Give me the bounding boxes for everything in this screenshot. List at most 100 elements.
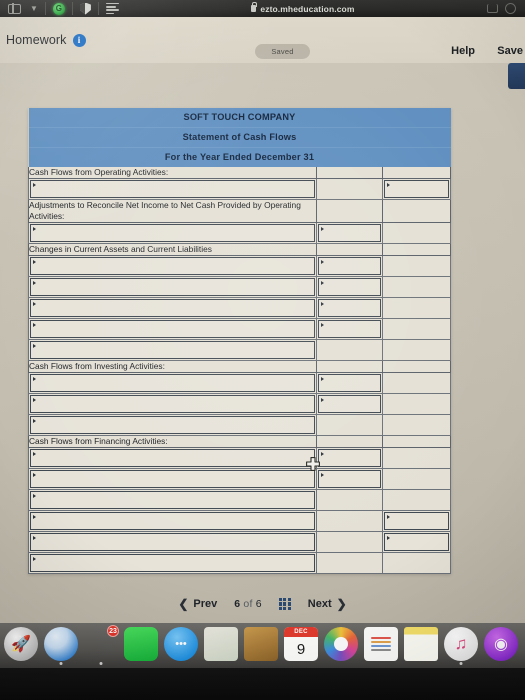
entry-input-box[interactable] xyxy=(30,278,315,296)
statement-cell-col-b[interactable] xyxy=(316,178,383,200)
entry-input-box[interactable] xyxy=(384,180,449,198)
statement-cell-col-a[interactable] xyxy=(28,339,317,361)
entry-input-box[interactable] xyxy=(30,320,315,338)
statement-cell-col-c[interactable] xyxy=(382,255,451,277)
statement-cell-col-b[interactable] xyxy=(316,339,383,361)
statement-cell-col-b[interactable] xyxy=(316,447,383,469)
dock-item-launchpad[interactable]: 🚀 xyxy=(4,627,38,661)
next-button[interactable]: Next ❯ xyxy=(308,597,347,611)
entry-input-box[interactable] xyxy=(30,395,315,413)
dock-item-messages[interactable]: ••• xyxy=(164,627,198,661)
statement-cell-col-a[interactable] xyxy=(28,531,317,553)
prev-button[interactable]: ❮ Prev xyxy=(178,597,217,611)
entry-input-box[interactable] xyxy=(30,341,315,359)
statement-cell-col-a[interactable] xyxy=(28,318,317,340)
tab-overview-icon[interactable] xyxy=(505,3,516,14)
statement-cell-col-a[interactable] xyxy=(28,372,317,394)
statement-cell-col-b[interactable] xyxy=(316,318,383,340)
help-button[interactable]: Help xyxy=(451,45,475,57)
statement-cell-col-c[interactable] xyxy=(382,318,451,340)
reader-view-icon[interactable] xyxy=(105,2,119,15)
entry-input-box[interactable] xyxy=(318,278,381,296)
statement-cell-col-b[interactable] xyxy=(316,468,383,490)
statement-cell-col-c[interactable] xyxy=(382,339,451,361)
dock-item-itunes[interactable]: ♫ xyxy=(444,627,478,665)
statement-cell-col-a[interactable] xyxy=(28,393,317,415)
statement-cell-col-a[interactable] xyxy=(28,297,317,319)
entry-input-box[interactable] xyxy=(318,224,381,242)
entry-input-box[interactable] xyxy=(318,257,381,275)
statement-cell-col-a[interactable] xyxy=(28,222,317,244)
dock-item-contacts[interactable] xyxy=(244,627,278,661)
statement-cell-col-b[interactable] xyxy=(316,531,383,553)
entry-input-box[interactable] xyxy=(30,257,315,275)
entry-input-box[interactable] xyxy=(384,533,449,551)
statement-cell-col-c[interactable] xyxy=(382,178,451,200)
dock-item-podcasts[interactable]: ◉ xyxy=(484,627,518,661)
statement-cell-col-b[interactable] xyxy=(316,372,383,394)
statement-cell-col-a[interactable] xyxy=(28,414,317,436)
statement-cell-col-c[interactable] xyxy=(382,393,451,415)
statement-cell-col-b[interactable] xyxy=(316,255,383,277)
save-button[interactable]: Save xyxy=(497,45,523,57)
dock-item-maps[interactable] xyxy=(204,627,238,661)
statement-cell-col-c[interactable] xyxy=(382,372,451,394)
entry-input-box[interactable] xyxy=(30,491,315,509)
sidebar-toggle-icon[interactable] xyxy=(0,2,21,15)
entry-input-box[interactable] xyxy=(30,299,315,317)
statement-cell-col-b[interactable] xyxy=(316,489,383,511)
statement-cell-col-c[interactable] xyxy=(382,510,451,532)
entry-input-box[interactable] xyxy=(30,470,315,488)
info-icon[interactable]: i xyxy=(72,33,86,47)
statement-cell-col-b[interactable] xyxy=(316,393,383,415)
entry-input-box[interactable] xyxy=(30,224,315,242)
entry-input-box[interactable] xyxy=(30,374,315,392)
entry-input-box[interactable] xyxy=(30,449,315,467)
shield-extension-icon[interactable] xyxy=(79,2,91,15)
statement-cell-col-a[interactable] xyxy=(28,489,317,511)
statement-cell-col-c[interactable] xyxy=(382,297,451,319)
entry-input-box[interactable] xyxy=(30,554,315,572)
statement-cell-col-a[interactable] xyxy=(28,447,317,469)
statement-cell-col-c[interactable] xyxy=(382,468,451,490)
entry-input-box[interactable] xyxy=(30,416,315,434)
entry-input-box[interactable] xyxy=(318,299,381,317)
statement-cell-col-c[interactable] xyxy=(382,222,451,244)
address-bar[interactable]: ezto.mheducation.com xyxy=(119,2,487,14)
statement-cell-col-c[interactable] xyxy=(382,414,451,436)
dock-item-notes[interactable] xyxy=(404,627,438,661)
statement-cell-col-c[interactable] xyxy=(382,276,451,298)
chevron-down-icon[interactable]: ▼ xyxy=(30,4,38,13)
entry-input-box[interactable] xyxy=(318,449,381,467)
statement-cell-col-b[interactable] xyxy=(316,414,383,436)
entry-input-box[interactable] xyxy=(318,374,381,392)
statement-cell-col-b[interactable] xyxy=(316,552,383,574)
dock-item-reminders[interactable] xyxy=(364,627,398,661)
statement-cell-col-b[interactable] xyxy=(316,222,383,244)
statement-cell-col-a[interactable] xyxy=(28,255,317,277)
dock-item-photos-stamp[interactable]: 23 xyxy=(84,625,119,665)
statement-cell-col-b[interactable] xyxy=(316,297,383,319)
entry-input-box[interactable] xyxy=(30,533,315,551)
downloads-icon[interactable] xyxy=(487,4,498,13)
statement-cell-col-c[interactable] xyxy=(382,489,451,511)
statement-cell-col-a[interactable] xyxy=(28,276,317,298)
dock-item-facetime[interactable] xyxy=(124,627,158,661)
statement-cell-col-b[interactable] xyxy=(316,276,383,298)
statement-cell-col-a[interactable] xyxy=(28,178,317,200)
statement-cell-col-a[interactable] xyxy=(28,510,317,532)
dock-item-calendar[interactable]: DEC 9 xyxy=(284,627,318,661)
statement-cell-col-b[interactable] xyxy=(316,510,383,532)
entry-input-box[interactable] xyxy=(318,395,381,413)
statement-cell-col-c[interactable] xyxy=(382,531,451,553)
statement-cell-col-c[interactable] xyxy=(382,552,451,574)
side-action-button[interactable] xyxy=(508,63,525,89)
statement-cell-col-c[interactable] xyxy=(382,447,451,469)
grid-view-icon[interactable] xyxy=(278,598,291,610)
entry-input-box[interactable] xyxy=(30,180,315,198)
entry-input-box[interactable] xyxy=(384,512,449,530)
green-circle-extension-icon[interactable]: G xyxy=(52,2,65,15)
entry-input-box[interactable] xyxy=(318,470,381,488)
statement-cell-col-a[interactable] xyxy=(28,552,317,574)
entry-input-box[interactable] xyxy=(318,320,381,338)
